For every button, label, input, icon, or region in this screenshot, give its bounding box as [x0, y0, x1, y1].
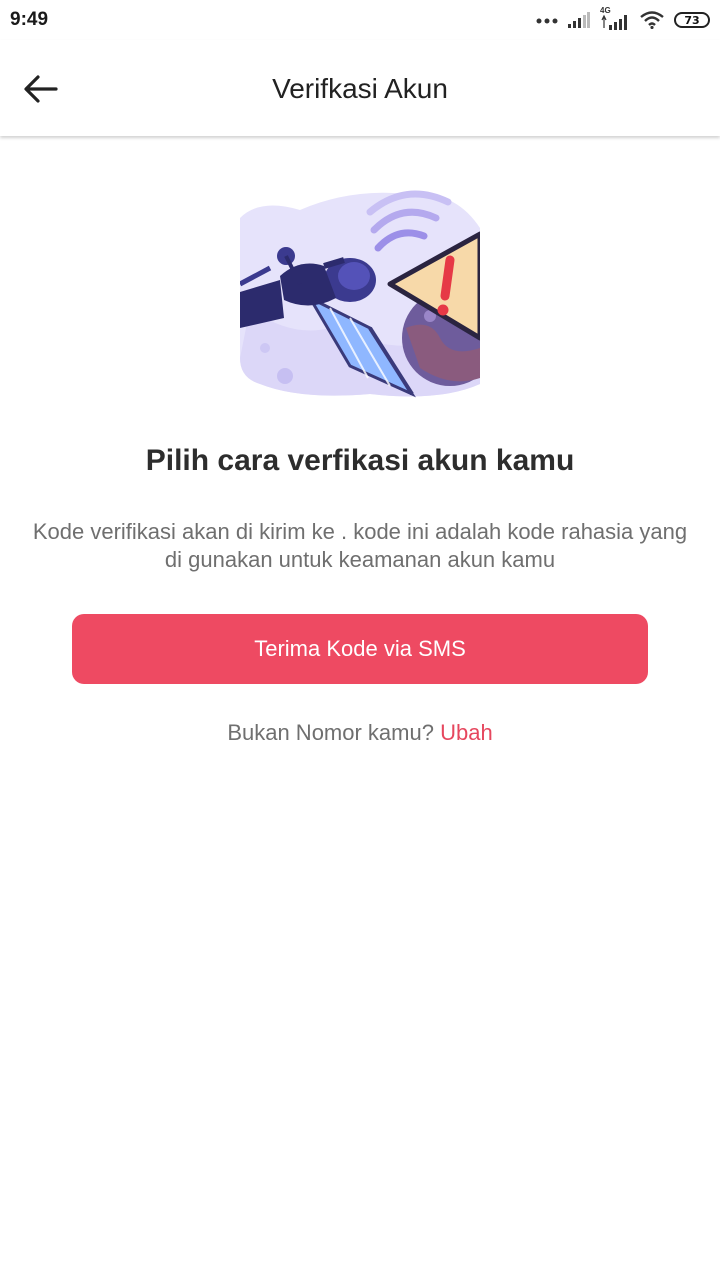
change-number-row: Bukan Nomor kamu? Ubah [0, 720, 720, 746]
verification-description: Kode verifikasi akan di kirim ke . kode … [32, 519, 688, 572]
sms-button-label: Terima Kode via SMS [254, 636, 466, 661]
app-bar: Verifkasi Akun [0, 40, 720, 136]
status-time: 9:49 [10, 9, 49, 30]
satellite-warning-illustration [238, 188, 498, 402]
dots-icon [536, 18, 558, 24]
status-bar: 9:49 4G 73 [0, 0, 720, 40]
wifi-icon [640, 11, 664, 29]
4g-signal-icon: 4G [600, 6, 630, 30]
change-number-link[interactable]: Ubah [440, 720, 493, 745]
signal-icon [568, 12, 590, 28]
receive-sms-code-button[interactable]: Terima Kode via SMS [72, 614, 648, 684]
verification-heading: Pilih cara verfikasi akun kamu [145, 444, 575, 477]
battery-level: 73 [684, 13, 700, 27]
status-icons: 4G 73 [536, 6, 710, 32]
page-title: Verifkasi Akun [272, 73, 448, 104]
not-your-number-text: Bukan Nomor kamu? [227, 720, 434, 745]
battery-icon: 73 [674, 12, 710, 28]
